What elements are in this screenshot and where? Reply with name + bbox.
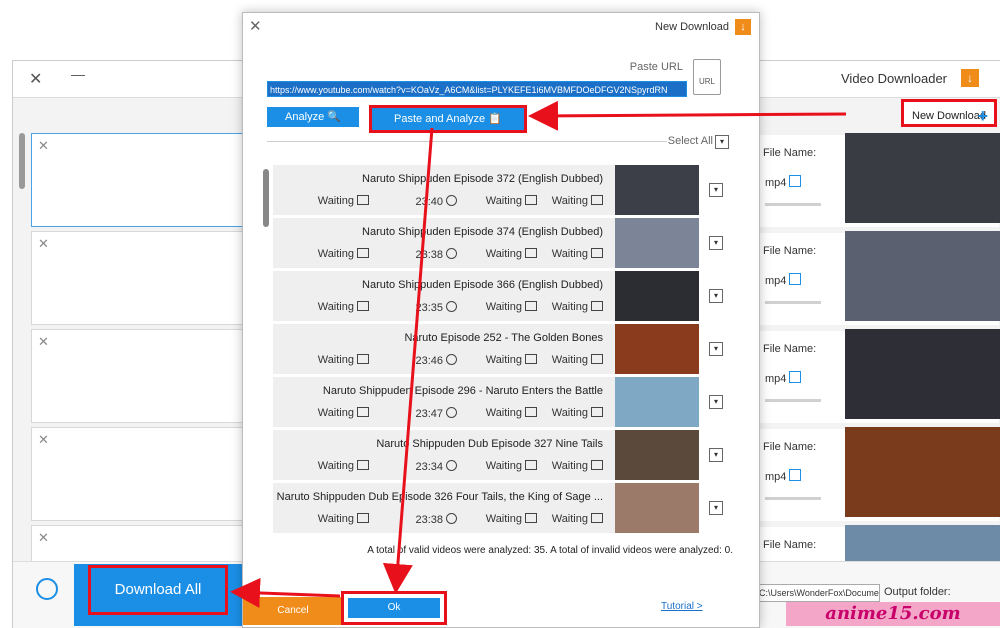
arrow-to-download-all xyxy=(230,577,341,608)
annotation-arrows xyxy=(230,100,847,608)
arrow-to-ok xyxy=(382,127,434,594)
watermark: anime15.com xyxy=(786,602,1000,626)
arrow-to-paste-analyze xyxy=(528,100,847,131)
